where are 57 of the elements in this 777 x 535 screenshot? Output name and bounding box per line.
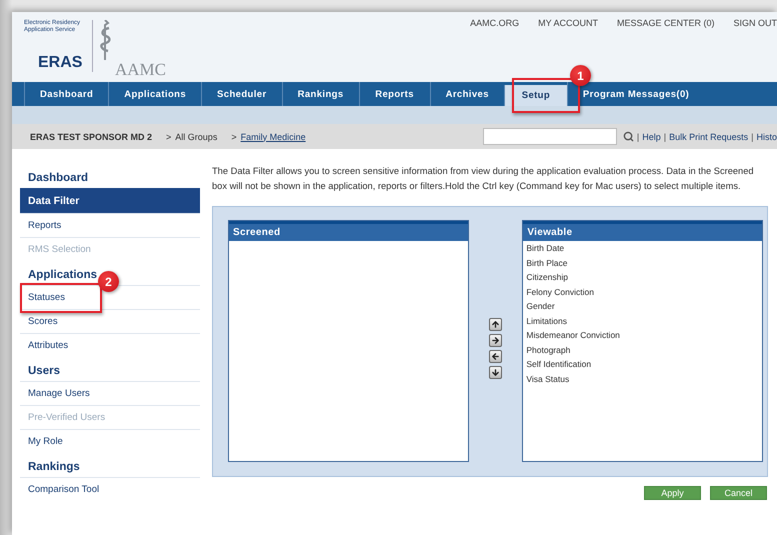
separator: | xyxy=(751,132,754,142)
list-item[interactable]: Citizenship xyxy=(523,270,762,284)
move-button[interactable] xyxy=(489,318,502,330)
list-item[interactable]: Visa Status xyxy=(523,372,762,386)
sidebar-item[interactable]: Reports xyxy=(20,214,70,237)
sidebar-heading: Applications xyxy=(27,268,98,283)
header-link[interactable]: SIGN OUT xyxy=(733,18,777,28)
arrow-up-icon xyxy=(491,320,500,328)
caduceus-icon xyxy=(99,20,113,60)
step-badge: 2 xyxy=(98,271,119,292)
search-field[interactable] xyxy=(482,128,617,145)
sidebar-item[interactable]: Manage Users xyxy=(20,382,98,405)
list-item[interactable]: Felony Conviction xyxy=(523,284,762,299)
search-icon[interactable] xyxy=(622,131,634,142)
utility-link[interactable]: Help xyxy=(642,132,661,142)
viewable-list[interactable]: Viewable Birth Date Birth Place Citizenship Felony Conviction Gender Limitations Misdemeanor Conviction Photograph Self Identification Visa Status xyxy=(522,220,764,462)
list-item[interactable]: Misdemeanor Conviction xyxy=(523,328,762,342)
list-item[interactable]: Limitations xyxy=(523,314,762,328)
list-header: Viewable xyxy=(523,221,762,241)
sidebar-item[interactable]: Statuses xyxy=(20,286,73,309)
breadcrumb-link[interactable]: Family Medicine xyxy=(240,132,306,142)
sidebar-heading: Dashboard xyxy=(27,171,88,186)
breadcrumb-separator: > xyxy=(231,132,237,142)
move-button[interactable] xyxy=(489,350,502,362)
header-link[interactable]: MESSAGE CENTER (0) xyxy=(616,18,714,28)
logo-text: ERAS xyxy=(37,54,84,72)
sidebar-item[interactable]: Scores xyxy=(20,310,66,333)
screened-list[interactable]: Screened xyxy=(228,220,469,462)
list-header: Screened xyxy=(229,221,468,241)
separator: | xyxy=(636,132,640,142)
arrow-down-icon xyxy=(491,368,500,376)
separator: | xyxy=(664,132,666,142)
list-item[interactable]: Birth Date xyxy=(523,241,762,256)
header-link[interactable]: MY ACCOUNT xyxy=(538,18,598,28)
list-item[interactable]: Birth Place xyxy=(523,256,762,270)
arrow-left-icon xyxy=(491,352,500,360)
utility-link[interactable]: Bulk Print Requests xyxy=(669,132,748,142)
move-button[interactable] xyxy=(489,366,502,378)
sidebar-item[interactable]: My Role xyxy=(20,430,71,453)
description-text: The Data Filter allows you to screen sensitive information from view during the application evaluation process. Data in the Screened box will not be shown in the application, reports or filters.Hold the Ctrl key (Command key for Mac users) to select multiple items. xyxy=(212,165,755,193)
breadcrumb-separator: > xyxy=(166,132,172,142)
list-item[interactable]: Photograph xyxy=(523,342,762,357)
sidebar-heading: Rankings xyxy=(27,460,80,475)
nav-tab[interactable]: Setup xyxy=(504,85,567,106)
sidebar-heading: Users xyxy=(27,364,60,379)
move-button[interactable] xyxy=(489,334,502,346)
sponsor-name: ERAS TEST SPONSOR MD 2 xyxy=(30,132,152,142)
list-item[interactable]: Gender xyxy=(523,299,762,314)
header-link[interactable]: AAMC.ORG xyxy=(470,18,520,28)
sidebar-item[interactable]: Attributes xyxy=(20,334,76,357)
list-item[interactable]: Self Identification xyxy=(523,357,762,372)
breadcrumb-link[interactable]: All Groups xyxy=(175,132,218,142)
arrow-right-icon xyxy=(491,336,500,344)
sidebar-item[interactable]: Comparison Tool xyxy=(20,478,108,501)
logo-text: AAMC xyxy=(115,60,166,80)
sidebar-item[interactable]: Data Filter xyxy=(20,189,200,213)
utility-link[interactable]: Histo xyxy=(756,132,777,142)
